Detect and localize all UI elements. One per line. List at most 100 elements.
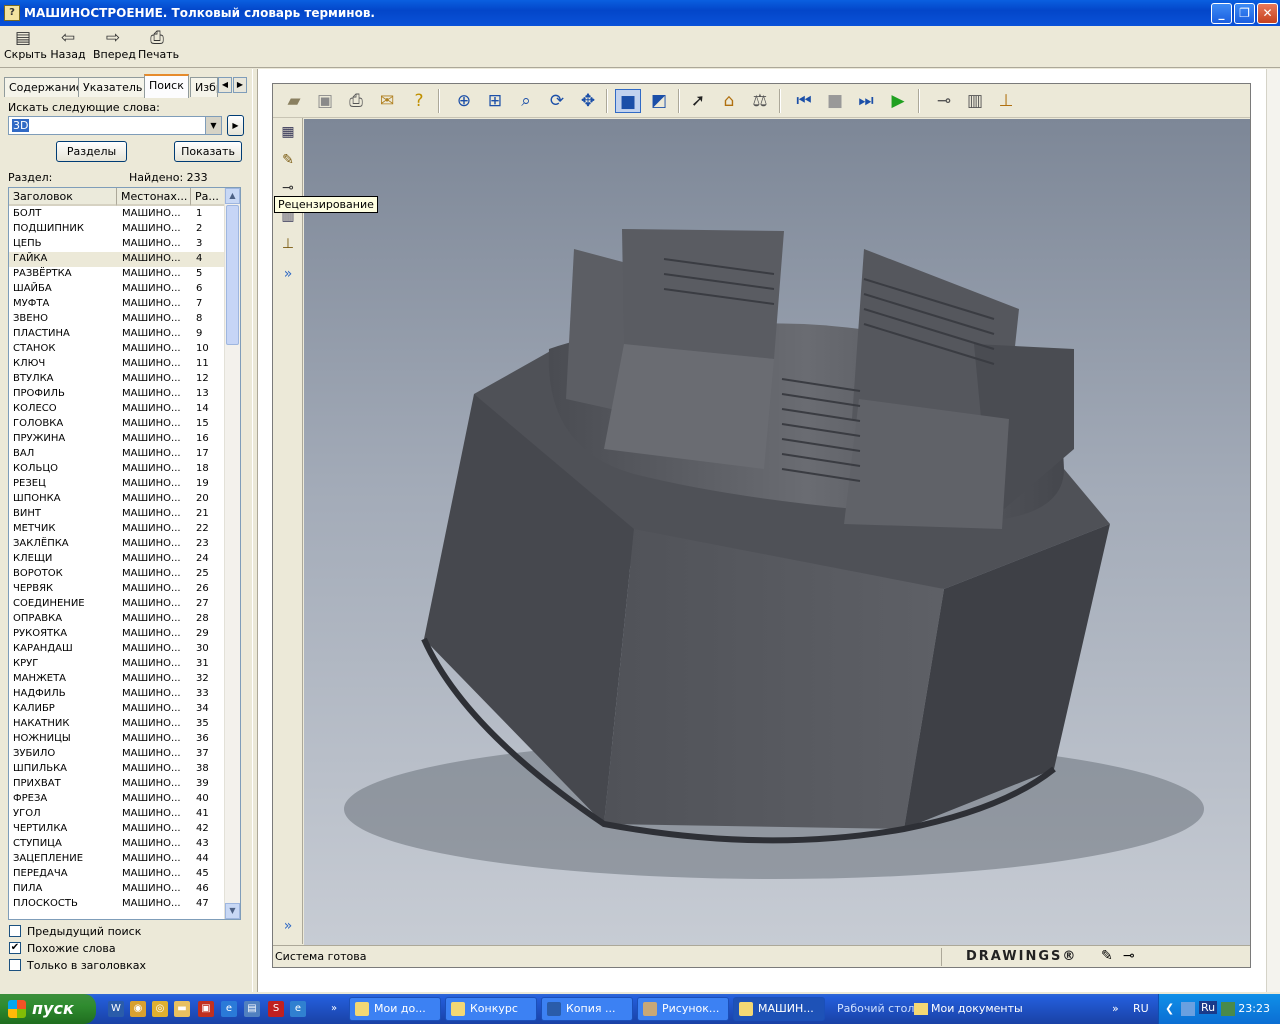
- table-row[interactable]: ЗВЕНО МАШИНО... 8: [9, 312, 226, 327]
- shaded-view-icon[interactable]: ■: [615, 89, 641, 113]
- search-input[interactable]: 3D ▼: [8, 116, 222, 135]
- forward-button[interactable]: ⇨ Вперед: [93, 28, 136, 61]
- ie-icon[interactable]: e: [221, 1001, 237, 1017]
- network-icon[interactable]: [1181, 1002, 1195, 1016]
- pan-icon[interactable]: ✥: [575, 89, 601, 113]
- tab-contents[interactable]: Содержание: [4, 77, 88, 97]
- table-row[interactable]: БОЛТ МАШИНО... 1: [9, 207, 226, 222]
- scroll-up-icon[interactable]: ▲: [225, 188, 240, 204]
- start-button[interactable]: пуск: [0, 994, 96, 1024]
- table-row[interactable]: ВАЛ МАШИНО... 17: [9, 447, 226, 462]
- tab-scroll-left-icon[interactable]: ◀: [218, 77, 232, 93]
- save-icon[interactable]: ▣: [312, 89, 338, 113]
- table-row[interactable]: МАНЖЕТА МАШИНО... 32: [9, 672, 226, 687]
- first-frame-icon[interactable]: ⏮: [791, 89, 817, 113]
- table-row[interactable]: ЗАЦЕПЛЕНИЕ МАШИНО... 44: [9, 852, 226, 867]
- app-icon[interactable]: ▣: [198, 1001, 214, 1017]
- table-row[interactable]: ЧЕРВЯК МАШИНО... 26: [9, 582, 226, 597]
- table-row[interactable]: ШАЙБА МАШИНО... 6: [9, 282, 226, 297]
- table-row[interactable]: ГАЙКА МАШИНО... 4: [9, 252, 226, 267]
- components-icon[interactable]: ▦: [278, 122, 298, 142]
- table-row[interactable]: ШПИЛЬКА МАШИНО... 38: [9, 762, 226, 777]
- help-icon[interactable]: ?: [406, 89, 432, 113]
- collapse-icon[interactable]: »: [278, 916, 298, 936]
- zoom-to-area-icon[interactable]: ⊞: [482, 89, 508, 113]
- tab-favorites[interactable]: Избр: [190, 77, 218, 97]
- sheet-icon[interactable]: ▥: [962, 89, 988, 113]
- table-row[interactable]: КЛЕЩИ МАШИНО... 24: [9, 552, 226, 567]
- task-picture[interactable]: Рисунок...: [637, 997, 729, 1021]
- my-documents-toolbar[interactable]: Мои документы: [914, 1002, 1023, 1015]
- pencil-icon[interactable]: ✎: [278, 150, 298, 170]
- rotate-icon[interactable]: ⟳: [544, 89, 570, 113]
- tab-search[interactable]: Поиск: [144, 74, 189, 98]
- column-header-location[interactable]: Местонах...: [117, 188, 191, 206]
- table-row[interactable]: СТУПИЦА МАШИНО... 43: [9, 837, 226, 852]
- results-scrollbar[interactable]: ▲ ▼: [224, 188, 240, 919]
- scroll-thumb[interactable]: [226, 205, 239, 345]
- show-button[interactable]: Показать: [174, 141, 242, 162]
- measure-icon[interactable]: ⚖: [747, 89, 773, 113]
- review-icon[interactable]: ⊸: [278, 178, 298, 198]
- table-row[interactable]: ПРИХВАТ МАШИНО... 39: [9, 777, 226, 792]
- table-row[interactable]: КАРАНДАШ МАШИНО... 30: [9, 642, 226, 657]
- table-row[interactable]: НОЖНИЦЫ МАШИНО... 36: [9, 732, 226, 747]
- search-operator-button[interactable]: ▶: [227, 115, 244, 136]
- explorer-icon[interactable]: ▤: [244, 1001, 260, 1017]
- play-icon[interactable]: ▶: [885, 89, 911, 113]
- table-row[interactable]: РЕЗЕЦ МАШИНО... 19: [9, 477, 226, 492]
- tab-index[interactable]: Указатель: [78, 77, 148, 97]
- table-row[interactable]: КОЛЬЦО МАШИНО... 18: [9, 462, 226, 477]
- acrobat-icon[interactable]: S: [268, 1001, 284, 1017]
- open-icon[interactable]: ▰: [281, 89, 307, 113]
- perspective-icon[interactable]: ◩: [646, 89, 672, 113]
- content-scrollbar[interactable]: [1266, 69, 1280, 992]
- tab-scroll-right-icon[interactable]: ▶: [233, 77, 247, 93]
- table-row[interactable]: РУКОЯТКА МАШИНО... 29: [9, 627, 226, 642]
- table-row[interactable]: ПРУЖИНА МАШИНО... 16: [9, 432, 226, 447]
- maximize-button[interactable]: ❐: [1234, 3, 1255, 24]
- table-row[interactable]: ОПРАВКА МАШИНО... 28: [9, 612, 226, 627]
- desktop-toolbar-label[interactable]: Рабочий стол: [837, 1002, 914, 1015]
- table-row[interactable]: НАДФИЛЬ МАШИНО... 33: [9, 687, 226, 702]
- table-row[interactable]: ПЛОСКОСТЬ МАШИНО... 47: [9, 897, 226, 912]
- volume-icon[interactable]: [1221, 1002, 1235, 1016]
- results-list[interactable]: Заголовок Местонах... Ра... БОЛТ МАШИНО..…: [8, 187, 241, 920]
- keyboard-layout-icon[interactable]: Ru: [1199, 1001, 1218, 1014]
- table-row[interactable]: ВИНТ МАШИНО... 21: [9, 507, 226, 522]
- markup-status-icon[interactable]: ⊸: [1123, 948, 1135, 964]
- stamp-tool-icon[interactable]: ⊥: [278, 234, 298, 254]
- markup-icon[interactable]: ⊸: [931, 89, 957, 113]
- scroll-down-icon[interactable]: ▼: [225, 903, 240, 919]
- hide-button[interactable]: ▤ Скрыть: [4, 28, 47, 61]
- task-contest[interactable]: Конкурс: [445, 997, 537, 1021]
- quicklaunch-app-icon[interactable]: ◉: [130, 1001, 146, 1017]
- stop-icon[interactable]: ■: [822, 89, 848, 113]
- chevron-down-icon[interactable]: ▼: [205, 117, 221, 134]
- expand-icon[interactable]: »: [278, 264, 298, 284]
- table-row[interactable]: КОЛЕСО МАШИНО... 14: [9, 402, 226, 417]
- similar-words-checkbox[interactable]: ✔: [9, 942, 21, 954]
- table-row[interactable]: ЗАКЛЁПКА МАШИНО... 23: [9, 537, 226, 552]
- table-row[interactable]: МУФТА МАШИНО... 7: [9, 297, 226, 312]
- table-row[interactable]: КЛЮЧ МАШИНО... 11: [9, 357, 226, 372]
- table-row[interactable]: ВТУЛКА МАШИНО... 12: [9, 372, 226, 387]
- print-button[interactable]: ⎙ Печать: [138, 28, 179, 61]
- table-row[interactable]: МЕТЧИК МАШИНО... 22: [9, 522, 226, 537]
- pencil-status-icon[interactable]: ✎: [1101, 948, 1113, 964]
- chevron-right-icon[interactable]: »: [1112, 1002, 1119, 1015]
- tray-expand-icon[interactable]: ❮: [1165, 1002, 1174, 1015]
- task-my-documents[interactable]: Мои до...: [349, 997, 441, 1021]
- column-header-rank[interactable]: Ра...: [191, 188, 226, 206]
- table-row[interactable]: ПОДШИПНИК МАШИНО... 2: [9, 222, 226, 237]
- titles-only-checkbox[interactable]: [9, 959, 21, 971]
- select-pointer-icon[interactable]: ➚: [685, 89, 711, 113]
- model-canvas[interactable]: [304, 119, 1250, 945]
- table-row[interactable]: УГОЛ МАШИНО... 41: [9, 807, 226, 822]
- table-row[interactable]: ФРЕЗА МАШИНО... 40: [9, 792, 226, 807]
- table-row[interactable]: ВОРОТОК МАШИНО... 25: [9, 567, 226, 582]
- table-row[interactable]: НАКАТНИК МАШИНО... 35: [9, 717, 226, 732]
- table-row[interactable]: КРУГ МАШИНО... 31: [9, 657, 226, 672]
- table-row[interactable]: КАЛИБР МАШИНО... 34: [9, 702, 226, 717]
- sections-button[interactable]: Разделы: [56, 141, 127, 162]
